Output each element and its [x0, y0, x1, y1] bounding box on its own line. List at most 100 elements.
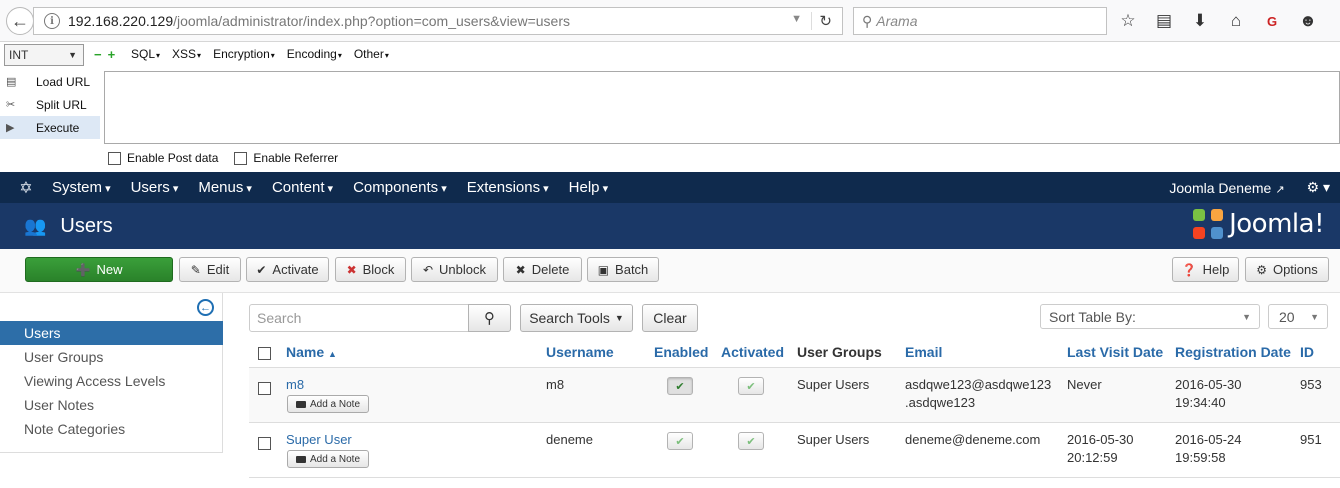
activated-toggle[interactable]: ✔ — [738, 377, 764, 395]
nav-help[interactable]: Help — [569, 179, 608, 196]
collapse-sidebar-icon[interactable]: ← — [197, 299, 214, 316]
hackbar-menu-encryption[interactable]: Encryption — [213, 47, 275, 61]
search-input[interactable]: Search — [249, 304, 469, 332]
user-name-link[interactable]: Super User — [286, 431, 352, 449]
user-name-link[interactable]: m8 — [286, 376, 304, 394]
row-checkbox[interactable] — [258, 437, 271, 450]
add-note-button[interactable]: Add a Note — [287, 450, 369, 468]
edit-label: Edit — [206, 262, 230, 277]
last-visit-line2: 20:12:59 — [1067, 450, 1118, 465]
home-icon[interactable]: ⌂ — [1225, 10, 1247, 32]
address-bar[interactable]: i 192.168.220.129/joomla/administrator/i… — [33, 7, 843, 35]
sort-table-select[interactable]: Sort Table By: ▼ — [1040, 304, 1260, 329]
check-icon: ✔ — [256, 262, 267, 277]
check-icon: ✔ — [746, 380, 756, 393]
select-all-checkbox[interactable] — [258, 347, 271, 360]
back-button[interactable]: ← — [6, 7, 34, 35]
nav-menus[interactable]: Menus — [198, 179, 252, 196]
sidebar-item-user-notes[interactable]: User Notes — [0, 393, 223, 417]
gm-addon-icon[interactable]: G — [1261, 10, 1283, 32]
nav-components[interactable]: Components — [353, 179, 447, 196]
nav-content[interactable]: Content — [272, 179, 333, 196]
sidebar-item-access-levels[interactable]: Viewing Access Levels — [0, 369, 223, 393]
download-icon[interactable]: ⬇ — [1189, 10, 1211, 32]
add-note-button[interactable]: Add a Note — [287, 395, 369, 413]
activate-button[interactable]: ✔ Activate — [246, 257, 329, 282]
reading-list-icon[interactable]: ▤ — [1153, 10, 1175, 32]
sidebar-item-note-categories[interactable]: Note Categories — [0, 417, 223, 441]
hackbar-menu: SQL XSS Encryption Encoding Other — [131, 47, 389, 61]
plus-icon[interactable]: + — [108, 47, 116, 62]
checkbox-box[interactable] — [108, 151, 121, 165]
sidebar-item-users[interactable]: Users — [0, 321, 223, 345]
username-cell: deneme — [546, 432, 593, 447]
info-icon[interactable]: i — [44, 13, 60, 29]
dropdown-arrow-icon[interactable]: ▼ — [791, 13, 802, 25]
unblock-button[interactable]: ↶ Unblock — [411, 257, 498, 282]
options-button[interactable]: ⚙ Options — [1245, 257, 1329, 282]
enable-post-data-checkbox[interactable]: Enable Post data — [108, 151, 218, 165]
sidebar-item-user-groups[interactable]: User Groups — [0, 345, 223, 369]
new-button[interactable]: ➕ New — [25, 257, 173, 282]
search-tools-button[interactable]: Search Tools ▼ — [520, 304, 633, 332]
col-id[interactable]: ID — [1300, 344, 1314, 360]
check-icon: ✔ — [746, 435, 756, 448]
star-icon[interactable]: ☆ — [1117, 10, 1139, 32]
batch-button[interactable]: ▣ Batch — [587, 257, 659, 282]
settings-gear-icon[interactable]: ⚙ ▾ — [1307, 179, 1330, 196]
checkbox-box[interactable] — [234, 151, 248, 165]
col-name[interactable]: Name ▲ — [286, 344, 337, 360]
load-url-button[interactable]: ▤ Load URL — [0, 70, 100, 93]
list-limit-select[interactable]: 20 ▼ — [1268, 304, 1328, 329]
smiley-icon[interactable]: ☻ — [1297, 10, 1319, 32]
col-username[interactable]: Username — [546, 344, 614, 360]
browser-search-input[interactable]: ⚲ Arama — [853, 7, 1107, 35]
site-link[interactable]: Joomla Deneme ↗ — [1169, 180, 1284, 196]
sidebar-list: Users User Groups Viewing Access Levels … — [0, 321, 223, 441]
navbar-right: Joomla Deneme ↗ ⚙ ▾ — [1169, 172, 1330, 203]
col-activated[interactable]: Activated — [721, 344, 784, 360]
enabled-toggle[interactable]: ✔ — [667, 432, 693, 450]
help-button[interactable]: ❓ Help — [1172, 257, 1239, 282]
action-toolbar: ➕ New ✎ Edit ✔ Activate ✖ Block ↶ Unblock ✖ De… — [0, 249, 1340, 293]
enable-referrer-checkbox[interactable]: Enable Referrer — [234, 151, 338, 165]
edit-icon: ✎ — [190, 262, 201, 277]
clear-button[interactable]: Clear — [642, 304, 698, 332]
table-row: m8 Add a Note m8 ✔ ✔ Super Users asdqwe1… — [249, 368, 1340, 423]
hackbar-menu-xss[interactable]: XSS — [172, 47, 201, 61]
nav-extensions[interactable]: Extensions — [467, 179, 549, 196]
nav-system[interactable]: System — [52, 179, 111, 196]
split-url-button[interactable]: ✂ Split URL — [0, 93, 100, 116]
hackbar-menu-encoding[interactable]: Encoding — [287, 47, 342, 61]
joomla-logo-icon[interactable]: ✡ — [0, 178, 52, 198]
external-link-icon: ↗ — [1275, 183, 1285, 196]
hackbar-menu-sql[interactable]: SQL — [131, 47, 160, 61]
block-button[interactable]: ✖ Block — [335, 257, 406, 282]
col-last-visit[interactable]: Last Visit Date — [1067, 344, 1163, 360]
last-visit-cell: Never — [1067, 376, 1102, 394]
edit-button[interactable]: ✎ Edit — [179, 257, 241, 282]
enabled-toggle[interactable]: ✔ — [667, 377, 693, 395]
search-button[interactable]: ⚲ — [468, 304, 511, 332]
registration-cell: 2016-05-24 19:59:58 — [1175, 431, 1242, 467]
delete-button[interactable]: ✖ Delete — [503, 257, 582, 282]
row-checkbox[interactable] — [258, 382, 271, 395]
load-url-label: Load URL — [36, 74, 91, 89]
hackbar-type-select[interactable]: INT ▼ — [4, 44, 84, 66]
minus-icon[interactable]: − — [94, 47, 102, 62]
col-email[interactable]: Email — [905, 344, 942, 360]
nav-users[interactable]: Users — [131, 179, 179, 196]
execute-label: Execute — [36, 120, 80, 135]
reload-icon[interactable]: ↻ — [819, 12, 832, 30]
col-registration[interactable]: Registration Date — [1175, 344, 1291, 360]
note-icon — [295, 400, 306, 408]
hackbar-url-textarea[interactable] — [104, 71, 1340, 144]
sidebar: ← Users User Groups Viewing Access Level… — [0, 293, 223, 453]
activated-toggle[interactable]: ✔ — [738, 432, 764, 450]
email-line1: asdqwe123@asdqwe123 — [905, 377, 1052, 392]
hackbar-menu-other[interactable]: Other — [354, 47, 389, 61]
add-note-label: Add a Note — [309, 398, 361, 410]
delete-label: Delete — [531, 262, 570, 277]
execute-button[interactable]: ▶ Execute — [0, 116, 100, 139]
col-enabled[interactable]: Enabled — [654, 344, 708, 360]
